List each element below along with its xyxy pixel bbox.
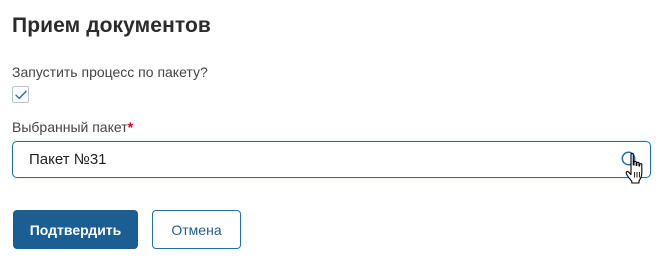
dialog-title: Прием документов bbox=[12, 14, 211, 37]
check-icon bbox=[14, 90, 27, 99]
cancel-button[interactable]: Отмена bbox=[152, 210, 241, 249]
package-field-label: Выбранный пакет* bbox=[12, 119, 133, 135]
process-checkbox[interactable] bbox=[12, 86, 29, 103]
required-mark: * bbox=[127, 119, 134, 135]
package-label-text: Выбранный пакет bbox=[12, 119, 128, 135]
process-checkbox-label: Запустить процесс по пакету? bbox=[12, 64, 208, 80]
confirm-button[interactable]: Подтвердить bbox=[13, 210, 138, 249]
package-value: Пакет №31 bbox=[29, 151, 107, 168]
package-lookup-field[interactable]: Пакет №31 bbox=[12, 141, 651, 178]
hand-cursor-icon bbox=[625, 153, 643, 184]
